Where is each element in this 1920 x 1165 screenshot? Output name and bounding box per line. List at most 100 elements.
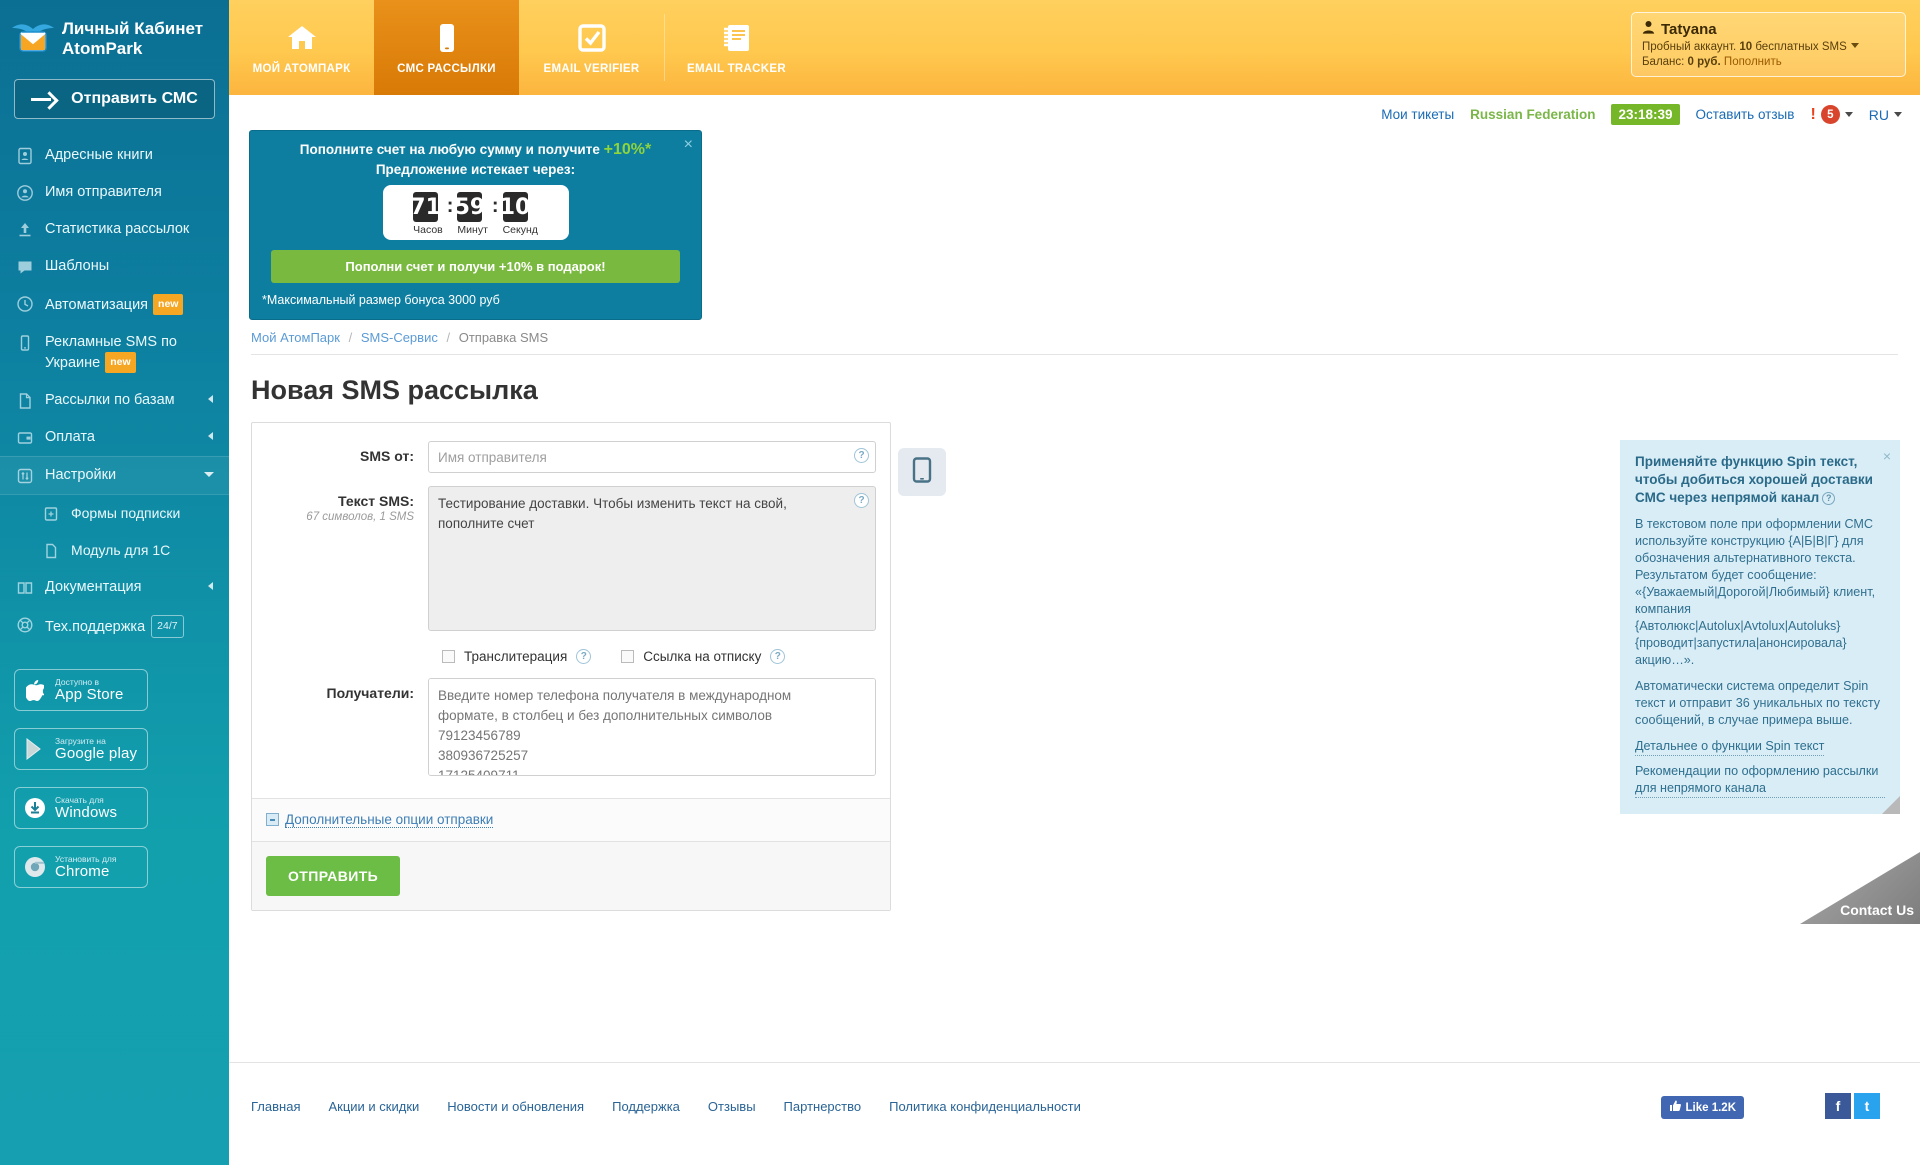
account-box[interactable]: Tatyana Пробный аккаунт. 10 бесплатных S… — [1631, 12, 1906, 77]
phone-preview-button[interactable] — [898, 448, 946, 496]
sidebar-item-templates[interactable]: Шаблоны — [0, 248, 229, 285]
tab-label: EMAIL VERIFIER — [543, 62, 640, 75]
sidebar-item-ukraine-sms[interactable]: Рекламные SMS по Украине new — [0, 324, 229, 382]
help-icon[interactable]: ? — [854, 493, 869, 508]
contact-us-corner-top[interactable]: Contact Us — [1800, 852, 1920, 924]
my-tickets-link[interactable]: Мои тикеты — [1381, 107, 1454, 122]
submit-button[interactable]: ОТПРАВИТЬ — [266, 856, 401, 896]
countdown-seconds: 10 Секунд — [500, 192, 538, 236]
footer-link-partnership[interactable]: Партнерство — [784, 1099, 862, 1114]
tab-sms-mailings[interactable]: СМС РАССЫЛКИ — [374, 0, 519, 95]
sidebar-nav: Адресные книги Имя отправителя Статистик… — [0, 137, 229, 647]
leave-feedback-link[interactable]: Оставить отзыв — [1696, 107, 1795, 122]
sidebar-item-label: Формы подписки — [71, 505, 181, 521]
templates-icon — [16, 258, 34, 276]
tab-my-atompark[interactable]: МОЙ АТОМПАРК — [229, 0, 374, 95]
windows-download-button[interactable]: Скачать для Windows — [14, 787, 148, 829]
chevron-down-icon — [204, 472, 214, 477]
chrome-install-button[interactable]: Установить для Chrome — [14, 846, 148, 888]
checkbox-icon — [575, 21, 609, 55]
close-icon[interactable]: × — [684, 137, 693, 153]
form-icon — [42, 505, 60, 523]
language-selector[interactable]: RU — [1869, 107, 1902, 123]
sender-name-icon — [16, 184, 34, 202]
footer-link-home[interactable]: Главная — [251, 1099, 300, 1114]
help-icon[interactable]: ? — [854, 448, 869, 463]
tab-email-verifier[interactable]: EMAIL VERIFIER — [519, 0, 664, 95]
facebook-icon[interactable]: f — [1825, 1093, 1851, 1119]
footer-link-privacy[interactable]: Политика конфиденциальности — [889, 1099, 1081, 1114]
sidebar-item-address-books[interactable]: Адресные книги — [0, 137, 229, 174]
sidebar-item-support[interactable]: Тех.поддержка 24/7 — [0, 606, 229, 647]
tab-email-tracker[interactable]: EMAIL TRACKER — [664, 0, 809, 95]
sidebar-item-automation[interactable]: Автоматизация new — [0, 285, 229, 324]
sidebar-item-settings[interactable]: Настройки — [0, 456, 229, 495]
breadcrumb-separator: / — [348, 330, 353, 345]
help-icon[interactable]: ? — [576, 649, 592, 664]
send-sms-sidebar-button[interactable]: Отправить СМС — [14, 79, 215, 119]
chrome-big: Chrome — [55, 862, 110, 880]
facebook-like-button[interactable]: Like 1.2K — [1660, 1096, 1744, 1119]
wallet-icon — [16, 429, 34, 447]
notification-count-badge: 5 — [1820, 105, 1840, 124]
tip-title: Применяйте функцию Spin текст, чтобы доб… — [1635, 454, 1873, 505]
sender-input[interactable] — [428, 441, 876, 473]
badge-new: new — [105, 352, 136, 373]
countdown-hours: 71 Часов — [410, 192, 443, 236]
badge-new: new — [153, 294, 184, 315]
sidebar-item-statistics[interactable]: Статистика рассылок — [0, 211, 229, 248]
unsubscribe-link-checkbox[interactable] — [621, 650, 635, 663]
colon-separator: : — [446, 195, 454, 217]
topup-link[interactable]: Пополнить — [1724, 56, 1782, 68]
footer-link-reviews[interactable]: Отзывы — [708, 1099, 756, 1114]
help-icon[interactable]: ? — [1822, 492, 1836, 505]
badge-24-7: 24/7 — [151, 615, 184, 638]
sidebar-item-payment[interactable]: Оплата — [0, 419, 229, 456]
promo-cta-button[interactable]: Пополни счет и получи +10% в подарок! — [271, 250, 680, 283]
colon-separator: : — [491, 195, 499, 217]
sidebar-item-sender-name[interactable]: Имя отправителя — [0, 174, 229, 211]
transliteration-checkbox[interactable] — [442, 650, 455, 663]
recipients-textarea[interactable] — [428, 678, 876, 776]
tip-body-1: В текстовом поле при оформлении СМС испо… — [1635, 517, 1876, 667]
recipients-label: Получатели: — [326, 685, 414, 701]
breadcrumb-item-1[interactable]: Мой АтомПарк — [251, 330, 340, 345]
google-play-button[interactable]: Загрузите на Google play — [14, 728, 148, 770]
twitter-icon[interactable]: t — [1854, 1093, 1880, 1119]
footer-link-promos[interactable]: Акции и скидки — [328, 1099, 419, 1114]
footer-link-news[interactable]: Новости и обновления — [447, 1099, 584, 1114]
brand[interactable]: Личный Кабинет AtomPark — [0, 0, 229, 60]
breadcrumb-separator: / — [446, 330, 451, 345]
top-navigation-bar: МОЙ АТОМПАРК СМС РАССЫЛКИ EMAIL VERIFIER… — [229, 0, 1920, 95]
footer-links: Главная Акции и скидки Новости и обновле… — [251, 1099, 1081, 1114]
user-icon — [1642, 20, 1655, 38]
account-balance-value: 0 руб. — [1687, 56, 1721, 68]
sidebar-item-base-mailings[interactable]: Рассылки по базам — [0, 382, 229, 419]
unsubscribe-link-label: Ссылка на отписку — [643, 649, 762, 664]
sms-text-textarea[interactable]: Тестирование доставки. Чтобы изменить те… — [428, 486, 876, 631]
tip-link-spin-details[interactable]: Детальнее о функции Spin текст — [1635, 738, 1825, 756]
sidebar-item-1c-module[interactable]: Модуль для 1С — [0, 532, 229, 569]
sidebar-item-subscription-forms[interactable]: Формы подписки — [0, 495, 229, 532]
breadcrumb-item-2[interactable]: SMS-Сервис — [361, 330, 438, 345]
sidebar-item-label: Модуль для 1С — [71, 542, 171, 558]
extra-options-link[interactable]: Дополнительные опции отправки — [285, 812, 494, 828]
app-store-button[interactable]: Доступно в App Store — [14, 669, 148, 711]
sms-text-label: Текст SMS: — [338, 493, 414, 509]
sidebar-item-documentation[interactable]: Документация — [0, 569, 229, 606]
chevron-down-icon[interactable] — [1850, 43, 1859, 48]
help-icon[interactable]: ? — [770, 649, 786, 664]
tracker-icon — [720, 21, 754, 55]
close-icon[interactable]: × — [1883, 448, 1891, 465]
windows-big: Windows — [55, 803, 118, 821]
sender-label: SMS от: — [360, 448, 414, 464]
sidebar-item-label: Автоматизация — [45, 297, 149, 313]
promo-subhead: Предложение истекает через: — [375, 162, 576, 177]
extra-options-row: Дополнительные опции отправки — [252, 798, 890, 841]
google-play-icon — [23, 736, 47, 762]
footer-link-support[interactable]: Поддержка — [612, 1099, 680, 1114]
breadcrumb-item-3: Отправка SMS — [458, 330, 549, 345]
notifications-button[interactable]: ! 5 — [1810, 105, 1853, 124]
country-label: Russian Federation — [1470, 107, 1596, 122]
tip-link-recommendations[interactable]: Рекомендации по оформлению рассылки для … — [1635, 763, 1885, 798]
